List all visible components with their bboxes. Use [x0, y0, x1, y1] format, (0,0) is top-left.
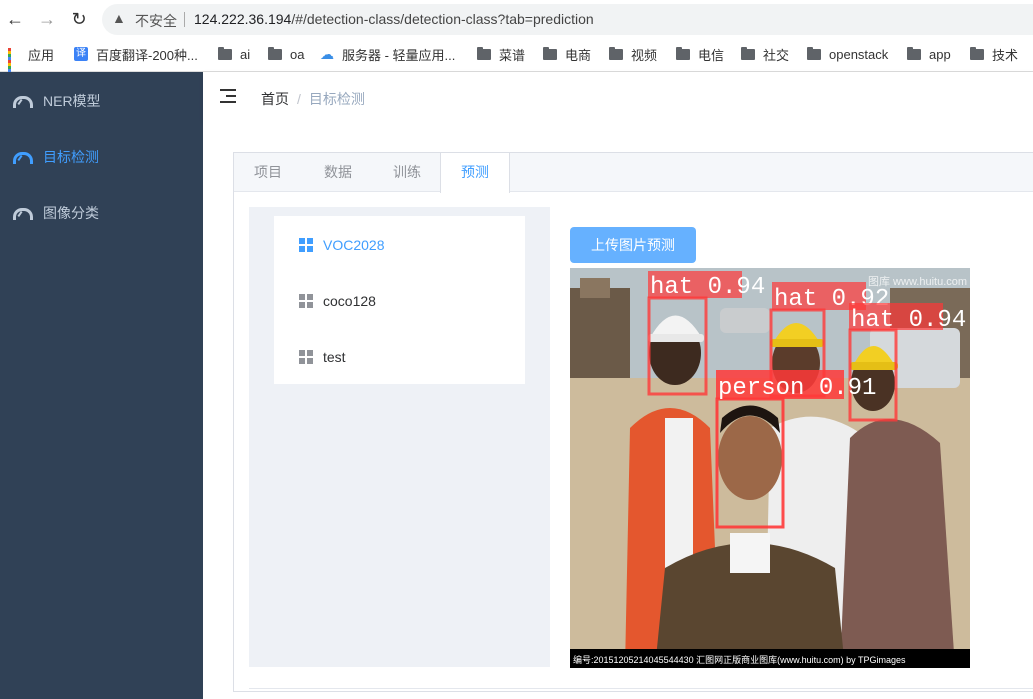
detection-label: hat 0.94: [851, 307, 966, 334]
sidebar-item-detection[interactable]: 目标检测: [0, 129, 203, 185]
dataset-panel: VOC2028 coco128 test: [249, 207, 550, 667]
grid-icon: [299, 238, 313, 252]
browser-toolbar: ← → ↻ ▲ 不安全 124.222.36.194/#/detection-c…: [0, 0, 1033, 38]
back-arrow-icon[interactable]: ←: [4, 8, 26, 30]
tab-training[interactable]: 训练: [373, 153, 441, 192]
bookmark-label: 视频: [631, 47, 658, 63]
sidebar-item-label: 目标检测: [43, 149, 99, 165]
bookmark-server[interactable]: ☁ 服务器 - 轻量应用...: [320, 44, 455, 64]
forward-arrow-icon[interactable]: →: [36, 8, 58, 30]
bookmark-recipes[interactable]: 菜谱: [477, 44, 525, 64]
bookmark-label: openstack: [829, 46, 889, 62]
sidebar-item-classification[interactable]: 图像分类: [0, 185, 203, 241]
bookmark-label: 电信: [698, 47, 725, 63]
image-caption: 编号:20151205214045544430 汇图网正版商业图库(www.hu…: [573, 654, 906, 665]
dataset-label: VOC2028: [323, 237, 385, 253]
grid-icon: [299, 294, 313, 308]
folder-icon: [807, 46, 821, 60]
warning-icon[interactable]: ▲: [112, 10, 126, 26]
bookmark-ai[interactable]: ai: [218, 44, 250, 64]
dataset-label: test: [323, 349, 346, 365]
breadcrumb-home[interactable]: 首页: [261, 91, 289, 107]
bookmark-label: 菜谱: [499, 47, 526, 63]
upload-predict-button[interactable]: 上传图片预测: [570, 227, 696, 263]
sidebar-toggle-icon[interactable]: [220, 88, 238, 104]
tab-data[interactable]: 数据: [304, 153, 372, 192]
bookmarks-bar: 应用 译 百度翻译-200种... ai oa ☁ 服务器 - 轻量应用... …: [0, 40, 1033, 75]
tabs-header: 项目 数据 训练 预测: [234, 153, 1033, 193]
tab-body: VOC2028 coco128 test 上传图片预测 hat 0.94 hat…: [249, 207, 1033, 689]
dataset-item-voc2028[interactable]: VOC2028: [274, 217, 525, 273]
bookmark-tech[interactable]: 技术: [970, 44, 1018, 64]
breadcrumb-separator: /: [297, 91, 301, 107]
folder-icon: [907, 46, 921, 60]
detection-label: hat 0.94: [650, 274, 765, 301]
address-bar[interactable]: ▲ 不安全 124.222.36.194/#/detection-class/d…: [102, 4, 1033, 35]
bookmark-label: 百度翻译-200种...: [96, 47, 198, 63]
dashboard-icon: [12, 93, 33, 109]
sidebar-item-label: 图像分类: [43, 205, 99, 221]
bookmark-label: 电商: [565, 47, 592, 63]
reload-icon[interactable]: ↻: [68, 8, 90, 30]
bookmark-oa[interactable]: oa: [268, 44, 304, 64]
folder-icon: [218, 46, 232, 60]
bookmark-label: 技术: [992, 47, 1019, 63]
watermark: 图库 www.huitu.com: [868, 275, 967, 288]
bookmark-ecommerce[interactable]: 电商: [543, 44, 591, 64]
folder-icon: [676, 46, 690, 60]
tab-prediction[interactable]: 预测: [440, 153, 510, 193]
folder-icon: [741, 46, 755, 60]
dataset-item-test[interactable]: test: [274, 329, 525, 385]
sidebar-item-ner[interactable]: NER模型: [0, 73, 203, 129]
dataset-list: VOC2028 coco128 test: [274, 216, 525, 384]
bookmark-label: 应用: [28, 47, 55, 63]
bookmark-apps[interactable]: 应用: [8, 44, 55, 75]
address-separator: [184, 12, 185, 27]
grid-icon: [299, 350, 313, 364]
detection-label: person 0.91: [718, 375, 876, 402]
url-path: /#/detection-class/detection-class?tab=p…: [291, 11, 594, 27]
folder-icon: [970, 46, 984, 60]
folder-icon: [477, 46, 491, 60]
dataset-label: coco128: [323, 293, 376, 309]
folder-icon: [609, 46, 623, 60]
bookmark-openstack[interactable]: openstack: [807, 44, 888, 64]
top-navbar: 首页 / 目标检测: [203, 72, 1033, 122]
app-main: 项目 数据 训练 预测 VOC2028 coco128 test 上传图片预测 …: [203, 122, 1033, 699]
dataset-item-coco128[interactable]: coco128: [274, 273, 525, 329]
bookmark-label: app: [929, 46, 951, 62]
tab-project[interactable]: 项目: [234, 153, 302, 192]
url-host: 124.222.36.194: [194, 11, 292, 27]
dashboard-icon: [12, 205, 33, 221]
bookmark-social[interactable]: 社交: [741, 44, 789, 64]
tabs-card: 项目 数据 训练 预测 VOC2028 coco128 test 上传图片预测 …: [233, 152, 1033, 692]
dashboard-icon: [12, 149, 33, 165]
panel-divider: [249, 688, 1033, 689]
bookmark-label: 服务器 - 轻量应用...: [342, 47, 456, 63]
bookmark-label: ai: [240, 46, 251, 62]
cloud-icon: ☁: [320, 45, 334, 62]
browser-chrome: ← → ↻ ▲ 不安全 124.222.36.194/#/detection-c…: [0, 0, 1033, 75]
breadcrumb-current: 目标检测: [308, 91, 365, 107]
bookmark-baidu-fanyi[interactable]: 译 百度翻译-200种...: [74, 44, 198, 64]
folder-icon: [543, 46, 557, 60]
prediction-panel: 上传图片预测 hat 0.94 hat 0.92 hat 0.94 person…: [550, 207, 1033, 668]
bookmark-app[interactable]: app: [907, 44, 951, 64]
bookmark-label: 社交: [763, 47, 790, 63]
url-text[interactable]: 124.222.36.194/#/detection-class/detecti…: [194, 11, 594, 27]
translate-icon: 译: [74, 47, 88, 61]
sidebar: NER模型 目标检测 图像分类: [0, 72, 203, 699]
prediction-image: hat 0.94 hat 0.92 hat 0.94 person 0.91 图…: [570, 268, 970, 668]
folder-icon: [268, 46, 282, 60]
bookmark-label: oa: [290, 46, 305, 62]
apps-icon: [8, 48, 20, 75]
insecure-label[interactable]: 不安全: [135, 11, 177, 31]
breadcrumb: 首页 / 目标检测: [261, 89, 365, 109]
bookmark-video[interactable]: 视频: [609, 44, 657, 64]
bookmark-telecom[interactable]: 电信: [676, 44, 724, 64]
sidebar-item-label: NER模型: [43, 93, 101, 109]
prediction-image-canvas: hat 0.94 hat 0.92 hat 0.94 person 0.91 图…: [570, 268, 970, 668]
